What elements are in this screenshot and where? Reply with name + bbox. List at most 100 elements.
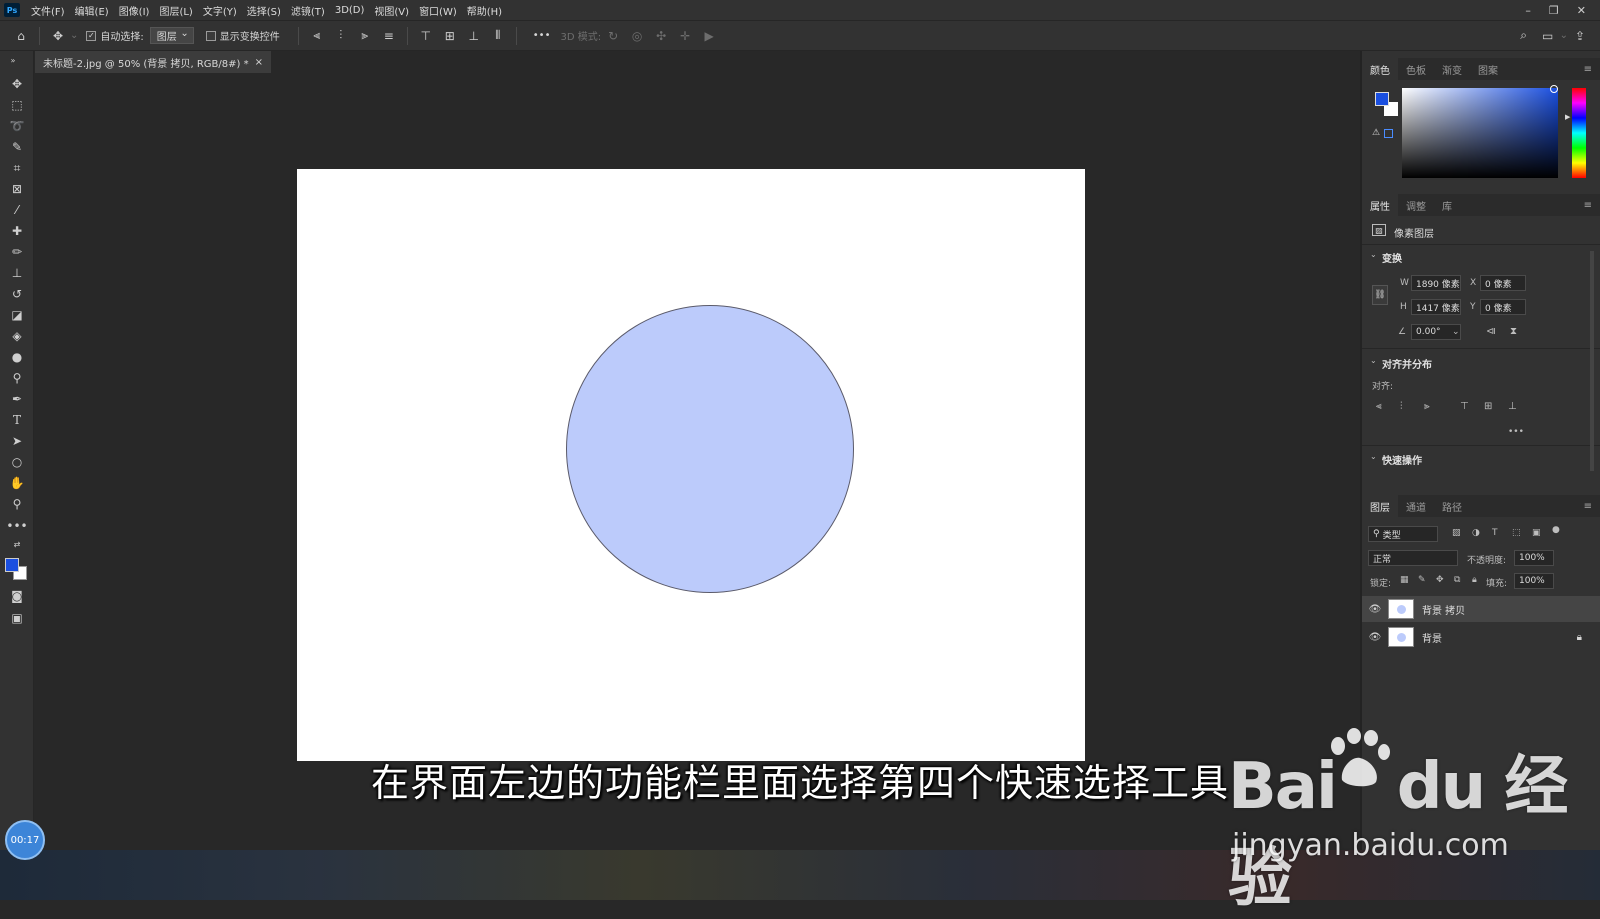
close-tab-button[interactable]: × xyxy=(255,57,263,68)
layer-name[interactable]: 背景 xyxy=(1422,630,1442,645)
lock-pixels-icon[interactable]: ✎ xyxy=(1418,575,1426,585)
3d-camera-icon[interactable]: ▶ xyxy=(700,27,718,45)
hue-slider[interactable] xyxy=(1572,88,1586,178)
layer-row[interactable]: 👁︎ 背景 🔒︎ xyxy=(1362,624,1600,650)
close-button[interactable]: ✕ xyxy=(1577,4,1586,17)
panel-menu-icon[interactable]: ≡ xyxy=(1584,200,1592,211)
move-tool-preset-icon[interactable]: ✥ xyxy=(49,27,67,45)
hand-tool[interactable]: ✋ xyxy=(6,474,28,492)
filter-smart-object-icon[interactable]: ▣ xyxy=(1532,528,1541,538)
chevron-down-icon[interactable]: ⌄ xyxy=(1370,250,1377,259)
path-selection-tool[interactable]: ➤ xyxy=(6,432,28,450)
workspace-icon[interactable]: ▭ xyxy=(1539,27,1557,45)
blur-tool[interactable]: ● xyxy=(6,348,28,366)
flip-vertical-icon[interactable]: ⧗ xyxy=(1510,326,1517,337)
filter-type-icon[interactable]: T xyxy=(1492,528,1498,538)
filter-pixel-icon[interactable]: ▨ xyxy=(1452,528,1461,538)
menu-3d[interactable]: 3D(D) xyxy=(330,5,370,16)
ellipse-tool[interactable]: ○ xyxy=(6,453,28,471)
fill-field[interactable]: 100% xyxy=(1514,573,1554,589)
fg-color-chip[interactable] xyxy=(1375,92,1389,106)
align-top-icon[interactable]: ⊤ xyxy=(417,27,435,45)
align-bottom-icon[interactable]: ⊥ xyxy=(465,27,483,45)
chevron-down-icon[interactable]: ⌄ xyxy=(70,30,78,41)
distribute-h-icon[interactable]: ⦀ xyxy=(489,27,507,45)
collapse-icon[interactable]: » xyxy=(2,51,24,69)
width-field[interactable]: 1890 像素 xyxy=(1411,275,1461,291)
auto-select-target-dropdown[interactable]: 图层 xyxy=(149,27,194,44)
align-left-icon[interactable]: ⫷ xyxy=(308,27,326,45)
tab-layers[interactable]: 图层 xyxy=(1362,495,1398,517)
menu-view[interactable]: 视图(V) xyxy=(369,3,414,18)
filter-shape-icon[interactable]: ⬚ xyxy=(1512,528,1521,538)
height-field[interactable]: 1417 像素 xyxy=(1411,299,1461,315)
layer-row[interactable]: 👁︎ 背景 拷贝 xyxy=(1362,596,1600,622)
clone-stamp-tool[interactable]: ⊥ xyxy=(6,264,28,282)
more-align-options[interactable]: ••• xyxy=(1508,427,1524,437)
filter-toggle-icon[interactable]: ● xyxy=(1552,525,1560,535)
menu-edit[interactable]: 编辑(E) xyxy=(70,3,114,18)
align-right-icon[interactable]: ⫸ xyxy=(356,27,374,45)
lock-artboard-icon[interactable]: ⧉ xyxy=(1454,575,1460,585)
search-icon[interactable]: ⌕ xyxy=(1515,27,1533,45)
history-brush-tool[interactable]: ↺ xyxy=(6,285,28,303)
align-bottom-icon[interactable]: ⊥ xyxy=(1508,401,1517,412)
chevron-down-icon[interactable]: ⌄ xyxy=(1370,452,1377,461)
3d-rotate-icon[interactable]: ↻ xyxy=(604,27,622,45)
tab-channels[interactable]: 通道 xyxy=(1398,495,1434,517)
swap-colors-icon[interactable]: ⇄ xyxy=(6,538,28,550)
frame-tool[interactable]: ⊠ xyxy=(6,180,28,198)
layer-filter-dropdown[interactable]: ⚲ 类型 xyxy=(1368,526,1438,542)
document-canvas[interactable] xyxy=(297,169,1085,761)
brush-tool[interactable]: ✏ xyxy=(6,243,28,261)
lasso-tool[interactable]: ➰ xyxy=(6,117,28,135)
menu-image[interactable]: 图像(I) xyxy=(114,3,155,18)
opacity-field[interactable]: 100% xyxy=(1514,550,1554,566)
color-picker-cursor[interactable] xyxy=(1550,85,1558,93)
3d-slide-icon[interactable]: ✛ xyxy=(676,27,694,45)
tab-gradients[interactable]: 渐变 xyxy=(1434,58,1470,80)
align-right-icon[interactable]: ⫸ xyxy=(1424,401,1430,412)
quick-selection-tool[interactable]: ✎ xyxy=(6,138,28,156)
tab-paths[interactable]: 路径 xyxy=(1434,495,1470,517)
align-left-icon[interactable]: ⫷ xyxy=(1376,401,1382,412)
menu-file[interactable]: 文件(F) xyxy=(26,3,70,18)
hue-slider-handle[interactable]: ▶ xyxy=(1565,113,1570,121)
quick-mask-icon[interactable]: ◙ xyxy=(6,587,28,605)
crop-tool[interactable]: ⌗ xyxy=(6,159,28,177)
restore-button[interactable]: ❐ xyxy=(1549,4,1559,17)
type-tool[interactable]: T xyxy=(6,411,28,429)
align-top-icon[interactable]: ⊤ xyxy=(1460,401,1469,412)
more-tools-icon[interactable]: ••• xyxy=(6,517,28,535)
align-distribute-heading[interactable]: 对齐并分布 xyxy=(1382,356,1432,371)
more-options-button[interactable]: ••• xyxy=(533,30,551,41)
layer-name[interactable]: 背景 拷贝 xyxy=(1422,602,1465,617)
chevron-down-icon[interactable]: ⌄ xyxy=(1452,327,1460,337)
blue-circle-shape[interactable] xyxy=(566,305,854,593)
menu-select[interactable]: 选择(S) xyxy=(242,3,286,18)
canvas-area[interactable] xyxy=(35,73,1360,850)
move-tool[interactable]: ✥ xyxy=(6,75,28,93)
document-tab[interactable]: 未标题-2.jpg @ 50% (背景 拷贝, RGB/8#) * × xyxy=(35,51,271,73)
menu-window[interactable]: 窗口(W) xyxy=(414,3,462,18)
auto-select-checkbox[interactable]: ✓ xyxy=(86,30,97,41)
foreground-color-swatch[interactable] xyxy=(5,558,19,572)
filter-adjustment-icon[interactable]: ◑ xyxy=(1472,528,1480,538)
menu-help[interactable]: 帮助(H) xyxy=(462,3,507,18)
panel-menu-icon[interactable]: ≡ xyxy=(1584,501,1592,512)
y-field[interactable]: 0 像素 xyxy=(1480,299,1526,315)
visibility-eye-icon[interactable]: 👁︎ xyxy=(1362,632,1388,643)
paint-bucket-tool[interactable]: ◈ xyxy=(6,327,28,345)
eraser-tool[interactable]: ◪ xyxy=(6,306,28,324)
tab-adjustments[interactable]: 调整 xyxy=(1398,194,1434,216)
transform-heading[interactable]: 变换 xyxy=(1382,250,1402,265)
menu-filter[interactable]: 滤镜(T) xyxy=(286,3,330,18)
home-icon[interactable]: ⌂ xyxy=(12,27,30,45)
x-field[interactable]: 0 像素 xyxy=(1480,275,1526,291)
tab-properties[interactable]: 属性 xyxy=(1362,194,1398,216)
show-transform-checkbox[interactable] xyxy=(205,30,216,41)
tab-swatches[interactable]: 色板 xyxy=(1398,58,1434,80)
distribute-v-icon[interactable]: ≡ xyxy=(380,27,398,45)
chevron-down-icon[interactable]: ⌄ xyxy=(1370,356,1377,365)
screen-mode-icon[interactable]: ▣ xyxy=(6,609,28,627)
